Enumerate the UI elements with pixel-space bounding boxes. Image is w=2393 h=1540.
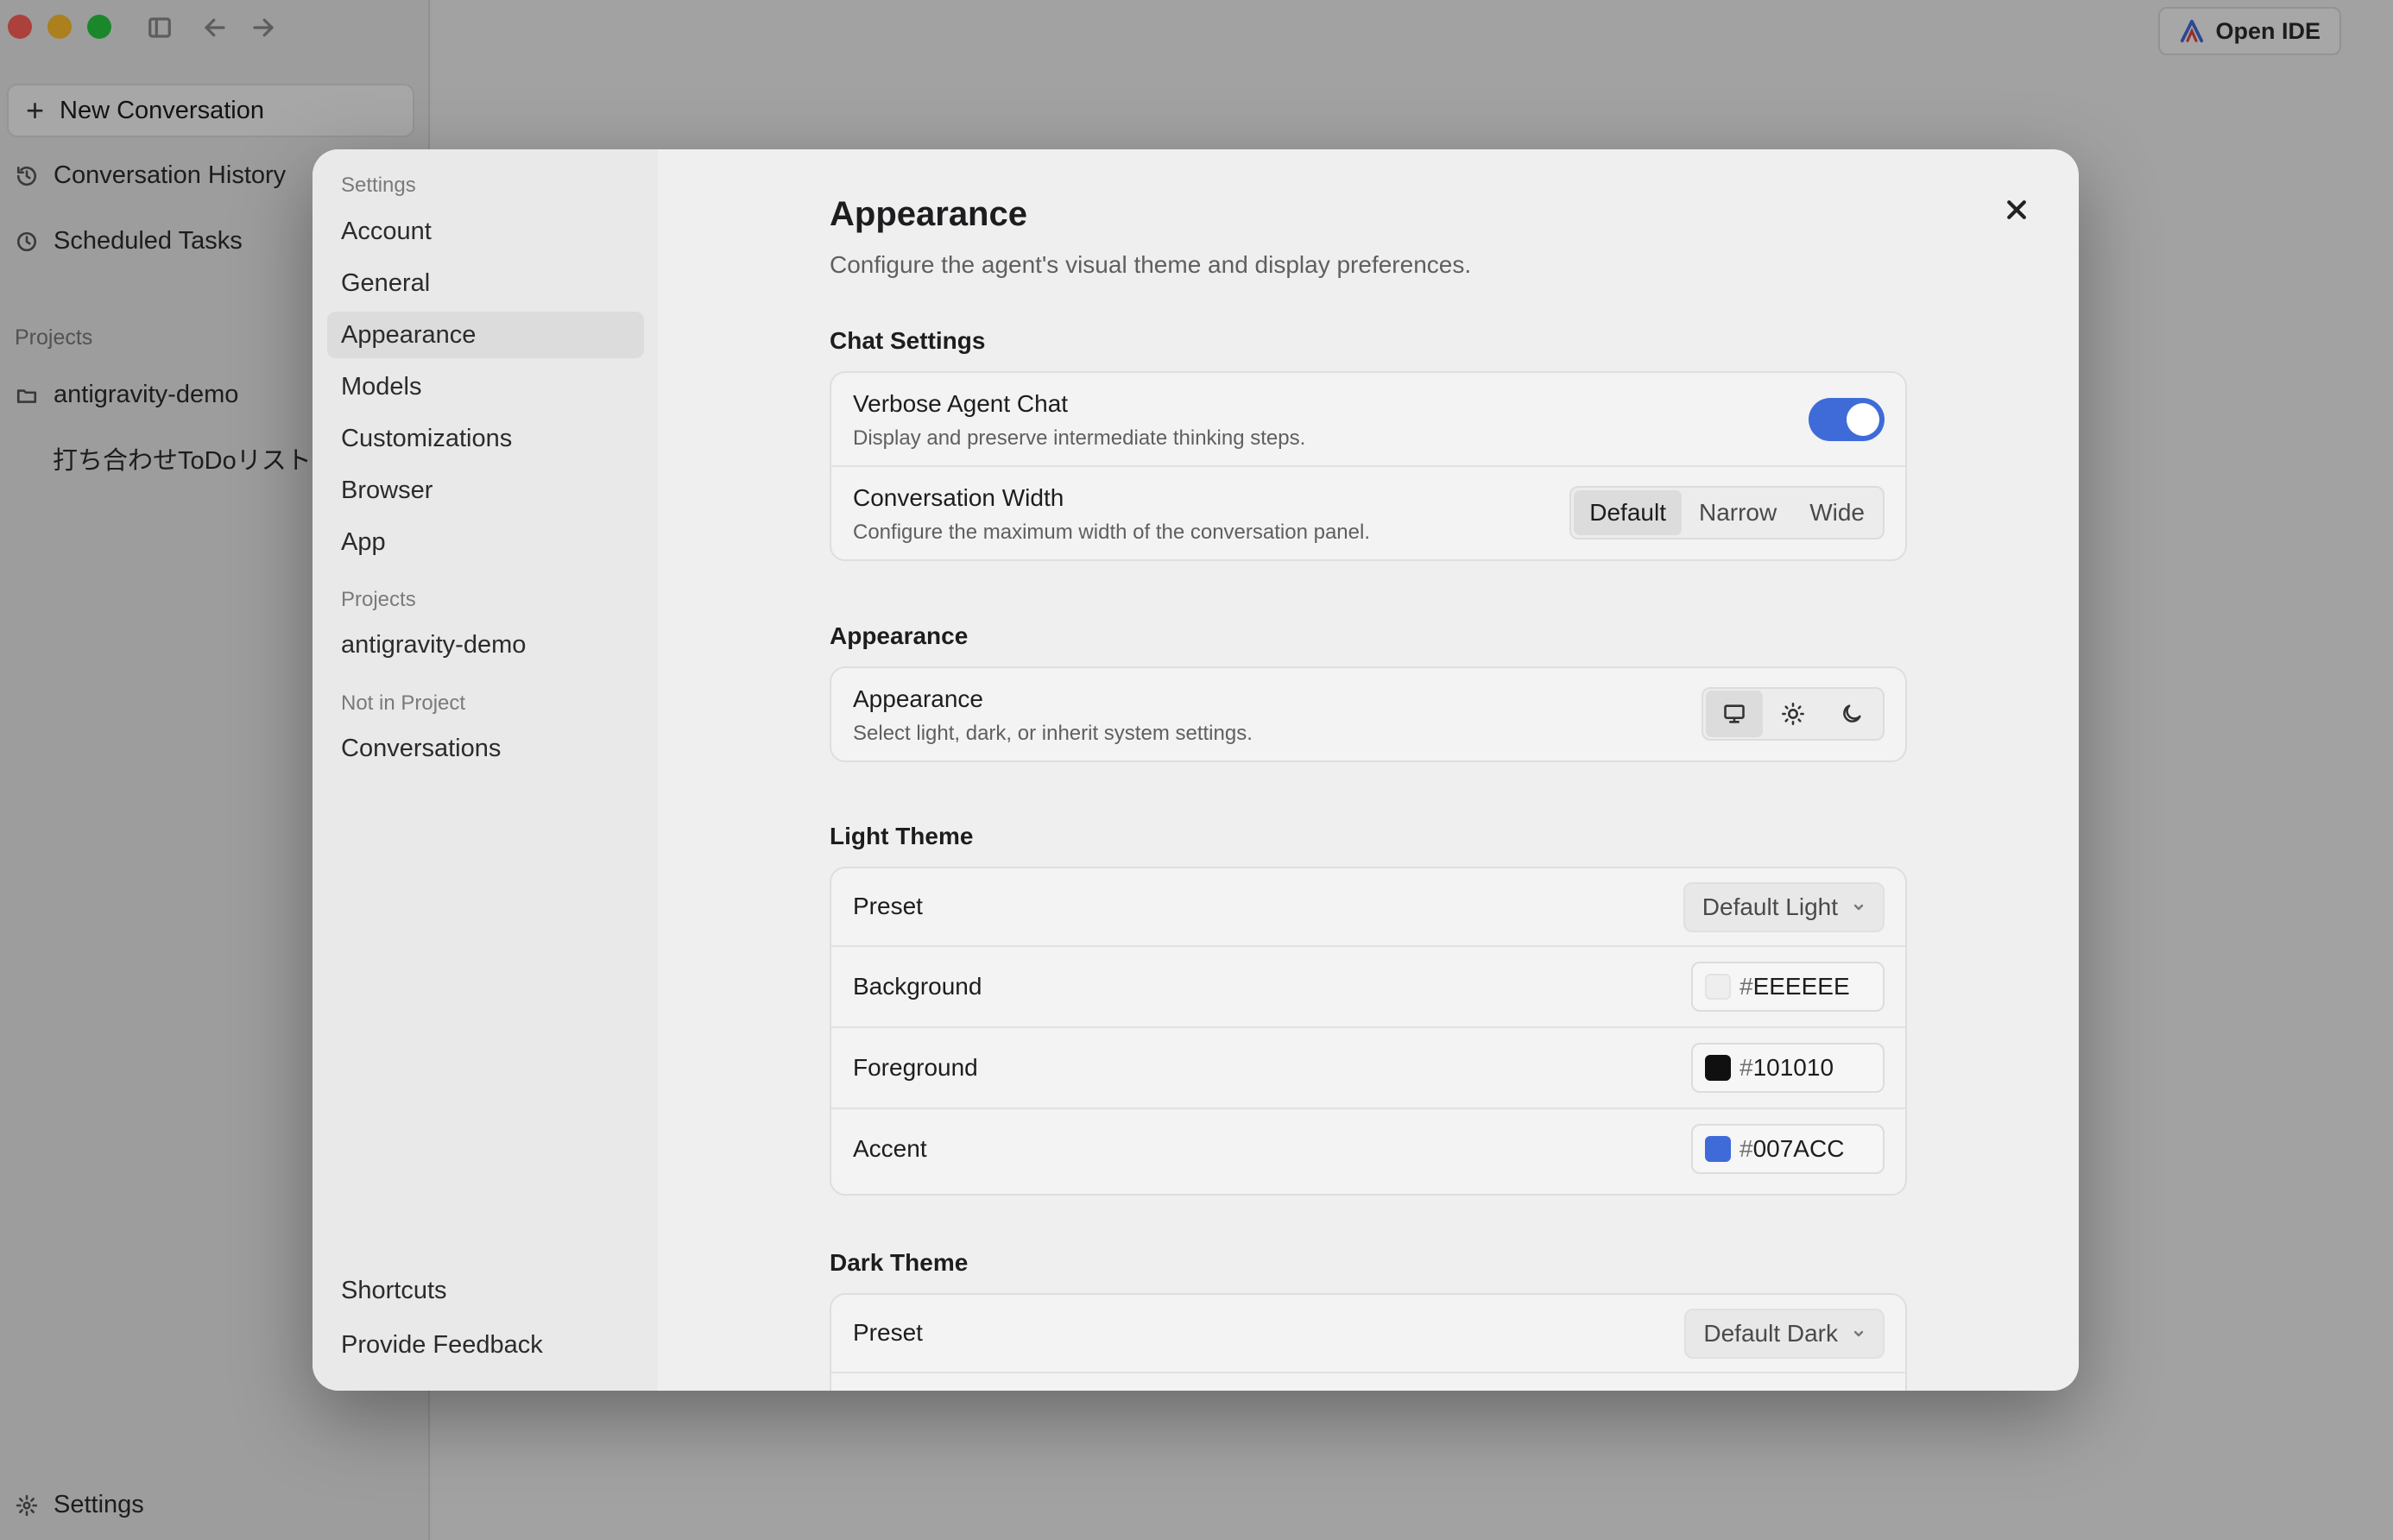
verbose-chat-row: Verbose Agent Chat Display and preserve … [831, 373, 1905, 467]
foreground-swatch[interactable] [1705, 1055, 1731, 1081]
chevron-down-icon [1853, 904, 1864, 911]
hash-prefix: # [1740, 973, 1753, 1000]
light-foreground-field[interactable]: #101010 [1691, 1043, 1885, 1093]
light-foreground-label: Foreground [853, 1054, 978, 1081]
settings-modal: Settings Account General Appearance Mode… [313, 149, 2079, 1391]
width-option-default[interactable]: Default [1574, 490, 1682, 535]
dark-next-row [831, 1373, 1905, 1391]
conversation-width-label: Conversation Width [853, 484, 1064, 511]
verbose-chat-toggle[interactable] [1809, 398, 1885, 441]
width-option-narrow[interactable]: Narrow [1683, 490, 1792, 535]
conversation-width-row: Conversation Width Configure the maximum… [831, 467, 1905, 559]
accent-hex: 007ACC [1752, 1135, 1845, 1162]
light-background-field[interactable]: #EEEEEE [1691, 962, 1885, 1012]
verbose-chat-description: Display and preserve intermediate thinki… [853, 426, 1306, 450]
background-swatch[interactable] [1705, 974, 1731, 1000]
accent-swatch[interactable] [1705, 1136, 1731, 1162]
light-background-label: Background [853, 973, 982, 1000]
toggle-knob [1847, 403, 1879, 436]
appearance-card: Appearance Select light, dark, or inheri… [830, 666, 1907, 762]
appearance-mode-label: Appearance [853, 685, 984, 712]
appearance-section-title: Appearance [830, 622, 969, 649]
nav-item-project[interactable]: antigravity-demo [327, 622, 644, 668]
sun-icon[interactable] [1765, 691, 1822, 737]
hash-prefix: # [1740, 1054, 1753, 1081]
nav-item-appearance[interactable]: Appearance [327, 312, 644, 358]
dark-theme-card: Preset Default Dark [830, 1293, 1907, 1391]
page-title: Appearance [830, 195, 1027, 233]
appearance-mode-description: Select light, dark, or inherit system se… [853, 722, 1253, 745]
page-description: Configure the agent's visual theme and d… [830, 251, 1472, 278]
chevron-down-icon [1853, 1330, 1864, 1337]
light-theme-card: Preset Default Light Background #EEEEEE … [830, 867, 1907, 1196]
conversation-width-segmented: Default Narrow Wide [1569, 486, 1885, 540]
light-accent-row: Accent #007ACC [831, 1109, 1905, 1190]
conversation-width-description: Configure the maximum width of the conve… [853, 521, 1370, 544]
settings-nav: Settings Account General Appearance Mode… [313, 149, 658, 1391]
dark-theme-title: Dark Theme [830, 1249, 969, 1276]
light-accent-field[interactable]: #007ACC [1691, 1124, 1885, 1174]
light-preset-row: Preset Default Light [831, 868, 1905, 947]
moon-icon[interactable] [1823, 691, 1880, 737]
chat-settings-title: Chat Settings [830, 327, 986, 354]
nav-item-app[interactable]: App [327, 519, 644, 565]
dark-preset-dropdown[interactable]: Default Dark [1684, 1309, 1885, 1359]
nav-item-conversations[interactable]: Conversations [327, 725, 644, 772]
light-foreground-row: Foreground #101010 [831, 1028, 1905, 1109]
light-theme-title: Light Theme [830, 823, 974, 849]
light-background-row: Background #EEEEEE [831, 947, 1905, 1028]
dark-preset-label: Preset [853, 1319, 923, 1346]
nav-item-customizations[interactable]: Customizations [327, 415, 644, 462]
monitor-icon[interactable] [1706, 691, 1763, 737]
dark-preset-row: Preset Default Dark [831, 1295, 1905, 1373]
dark-preset-value: Default Dark [1703, 1320, 1838, 1347]
nav-projects-heading: Projects [341, 588, 416, 611]
close-icon[interactable] [1999, 192, 2034, 227]
nav-item-feedback[interactable]: Provide Feedback [327, 1322, 644, 1368]
settings-content: Appearance Configure the agent's visual … [658, 149, 2079, 1391]
background-hex: EEEEEE [1752, 973, 1850, 1000]
nav-item-account[interactable]: Account [327, 208, 644, 255]
nav-settings-heading: Settings [341, 174, 416, 197]
nav-item-general[interactable]: General [327, 260, 644, 306]
hash-prefix: # [1740, 1135, 1753, 1162]
chat-settings-card: Verbose Agent Chat Display and preserve … [830, 371, 1907, 561]
nav-item-models[interactable]: Models [327, 363, 644, 410]
light-preset-value: Default Light [1702, 893, 1838, 920]
appearance-mode-segmented [1702, 687, 1885, 741]
nav-item-browser[interactable]: Browser [327, 467, 644, 514]
light-preset-dropdown[interactable]: Default Light [1683, 882, 1885, 932]
light-preset-label: Preset [853, 893, 923, 919]
foreground-hex: 101010 [1752, 1054, 1834, 1081]
width-option-wide[interactable]: Wide [1794, 490, 1880, 535]
nav-not-in-project-heading: Not in Project [341, 691, 466, 715]
light-accent-label: Accent [853, 1135, 927, 1162]
verbose-chat-label: Verbose Agent Chat [853, 390, 1069, 417]
nav-item-shortcuts[interactable]: Shortcuts [327, 1267, 644, 1314]
appearance-mode-row: Appearance Select light, dark, or inheri… [831, 668, 1905, 761]
